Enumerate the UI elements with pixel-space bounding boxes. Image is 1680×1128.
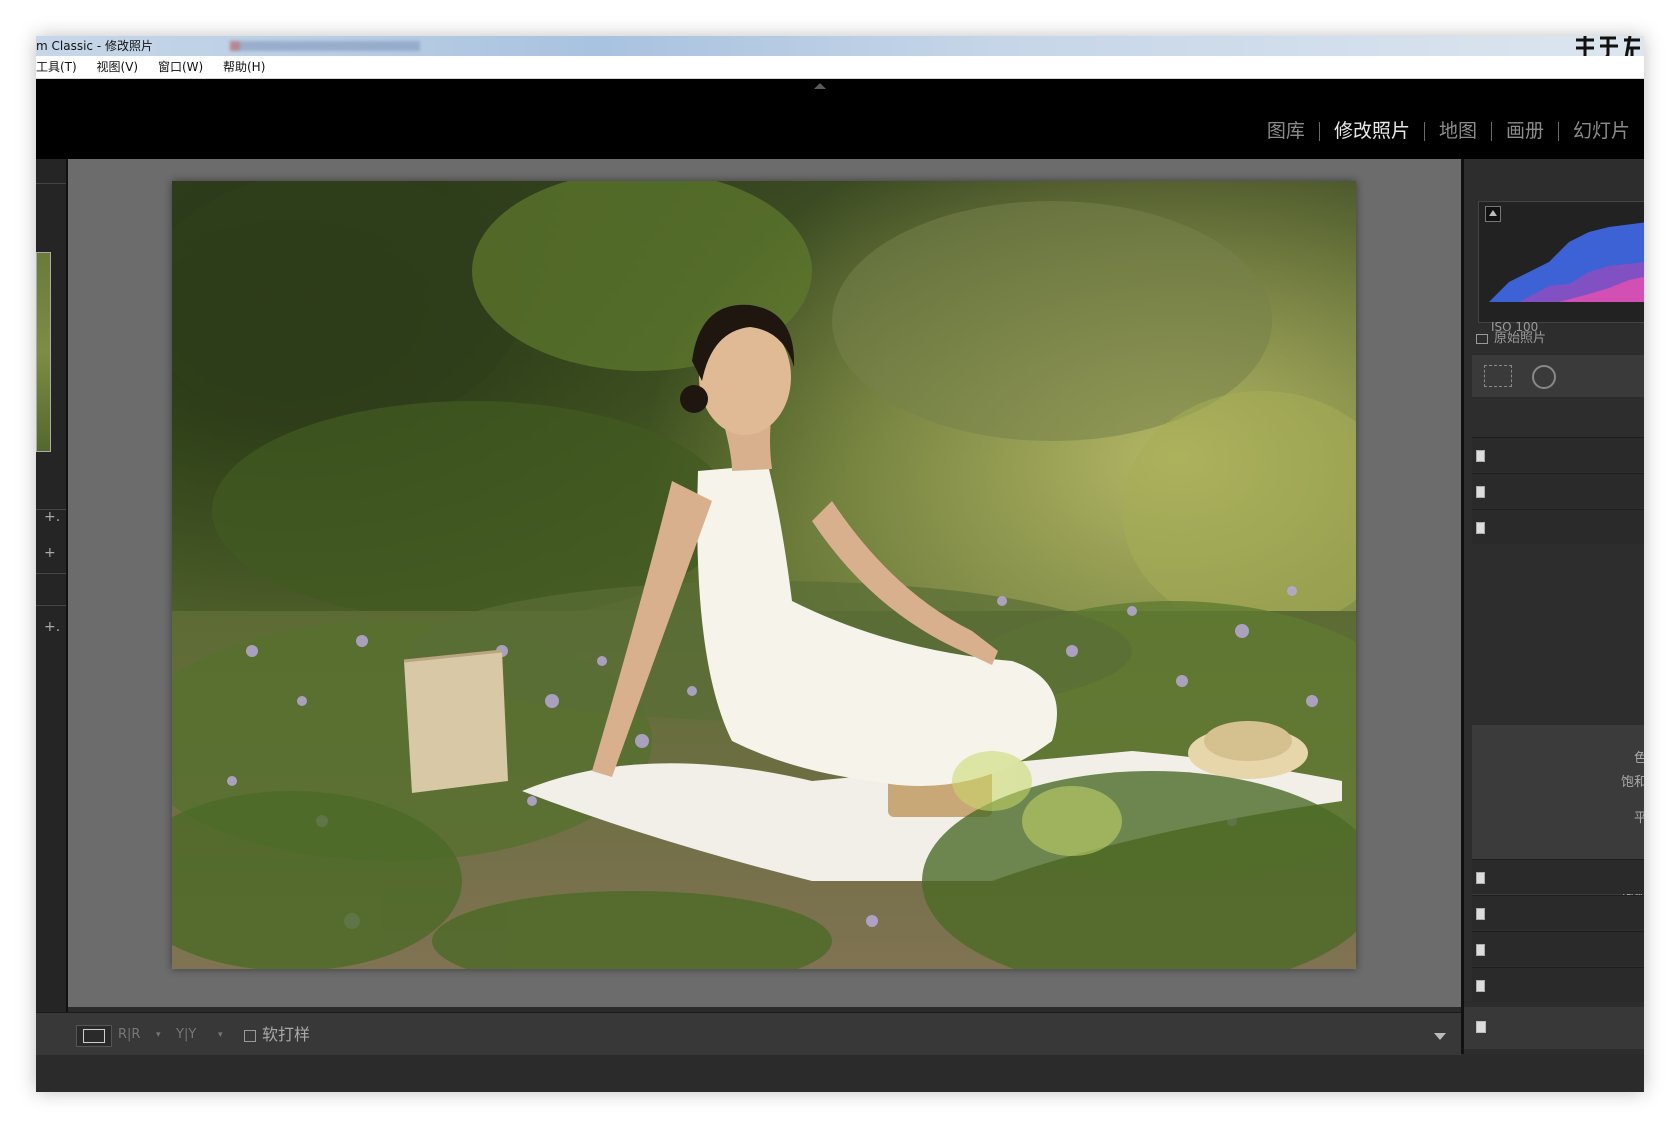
module-map[interactable]: 地图 <box>1425 118 1491 144</box>
panel-divider <box>36 183 66 184</box>
panel-lens-corrections[interactable] <box>1472 895 1644 930</box>
left-panel: +. + +. <box>36 159 68 1054</box>
module-library[interactable]: 图库 <box>1253 118 1319 144</box>
original-photo-checkbox[interactable] <box>1476 333 1488 344</box>
photo-preview[interactable] <box>172 181 1356 969</box>
panel-switch-icon[interactable] <box>1476 980 1485 992</box>
soft-proof-label: 软打样 <box>262 1025 311 1044</box>
menu-tools[interactable]: 工具(T) <box>36 60 77 74</box>
panel-basic[interactable] <box>1472 437 1644 472</box>
add-snapshot-button[interactable]: + <box>44 545 56 561</box>
module-slideshow[interactable]: 幻灯片 <box>1559 118 1644 144</box>
balance-label: 平 <box>1633 811 1644 826</box>
panel-switch-icon[interactable] <box>1476 450 1485 462</box>
menu-window[interactable]: 窗口(W) <box>158 60 203 74</box>
add-preset-button[interactable]: +. <box>44 509 60 525</box>
crop-tool-icon[interactable] <box>1484 365 1512 387</box>
soft-proof-checkbox[interactable] <box>244 1030 256 1042</box>
navigator-thumbnail[interactable] <box>36 252 51 452</box>
module-header: 图库 修改照片 地图 画册 幻灯片 <box>36 79 1644 159</box>
photo-image <box>172 181 1356 969</box>
menu-view[interactable]: 视图(V) <box>97 60 139 74</box>
loupe-view-button[interactable] <box>76 1025 112 1047</box>
panel-effects[interactable] <box>1472 967 1644 1002</box>
saturation-label: 饱和 <box>1620 775 1644 790</box>
original-photo-label: 原始照片 <box>1494 331 1547 346</box>
panel-transform[interactable] <box>1472 931 1644 966</box>
module-picker: 图库 修改照片 地图 画册 幻灯片 <box>1253 118 1644 144</box>
window-title: m Classic - 修改照片 <box>36 39 153 53</box>
original-photo-toggle[interactable]: 原始照片 <box>1476 327 1546 346</box>
panel-switch-icon[interactable] <box>1476 522 1485 534</box>
view-mode-dropdown-icon[interactable]: ▾ <box>218 1025 223 1045</box>
right-panel-footer <box>1464 1007 1644 1049</box>
before-after-dropdown-icon[interactable]: ▾ <box>156 1025 161 1045</box>
panel-tone-curve[interactable] <box>1472 473 1644 508</box>
tool-strip <box>1472 355 1644 397</box>
panel-switch-icon[interactable] <box>1476 872 1485 884</box>
panel-detail[interactable] <box>1472 859 1644 894</box>
panel-switch-icon[interactable] <box>1476 908 1485 920</box>
panel-hsl[interactable] <box>1472 509 1644 544</box>
module-book[interactable]: 画册 <box>1492 118 1558 144</box>
histogram[interactable]: ISO 100 <box>1478 201 1644 334</box>
right-panel: ISO 100 原始照片 色 饱和 平 色 饱和 <box>1461 159 1644 1054</box>
title-bar: m Classic - 修改照片 <box>36 36 1644 60</box>
blurred-title-text <box>230 41 420 51</box>
image-work-area[interactable] <box>68 159 1461 1007</box>
panel-switch-icon[interactable] <box>1476 944 1485 956</box>
add-collection-button[interactable]: +. <box>44 619 60 635</box>
app-window: m Classic - 修改照片 工具(T) 视图(V) 窗口(W) 帮助(H)… <box>36 36 1644 1092</box>
menu-bar: 工具(T) 视图(V) 窗口(W) 帮助(H) <box>36 56 1644 79</box>
toolbar-options-dropdown-icon[interactable] <box>1434 1033 1446 1040</box>
before-after-button[interactable]: R|R <box>118 1025 140 1045</box>
view-mode-button[interactable]: Y|Y <box>176 1025 196 1045</box>
spot-removal-tool-icon[interactable] <box>1532 365 1556 389</box>
bottom-toolbar: R|R ▾ Y|Y ▾ 软打样 <box>36 1012 1461 1055</box>
hue-label: 色 <box>1633 751 1644 766</box>
collapse-top-panel-icon[interactable] <box>814 83 826 89</box>
panel-divider <box>36 605 66 606</box>
panel-divider <box>36 573 66 574</box>
menu-help[interactable]: 帮助(H) <box>223 60 265 74</box>
panel-switch-icon[interactable] <box>1476 486 1485 498</box>
histogram-graph <box>1489 222 1644 302</box>
panel-switch-icon[interactable] <box>1476 1021 1486 1033</box>
module-develop[interactable]: 修改照片 <box>1320 118 1424 144</box>
